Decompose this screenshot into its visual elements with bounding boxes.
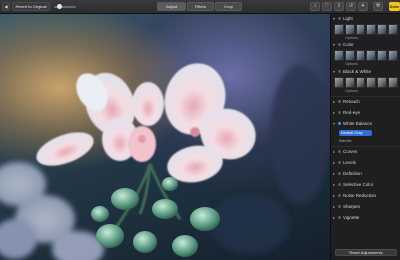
section-bw-label: Black & White (343, 69, 372, 74)
section-red-eye[interactable]: ▸ Red-eye (333, 109, 399, 117)
section-sharpen[interactable]: ▸ Sharpen (333, 203, 399, 211)
done-label: Done (389, 4, 400, 9)
section-vignette[interactable]: ▸ Vignette (333, 214, 399, 222)
toggle-color[interactable] (338, 43, 341, 46)
toggle-curves[interactable] (338, 150, 341, 153)
section-color-label: Color (343, 42, 354, 47)
tab-adjust-label: Adjust (165, 4, 178, 9)
color-options-label[interactable]: Options (345, 62, 358, 66)
adjust-panel: ▾ Light Options ▾ Color Options ▾ Black & W… (330, 14, 400, 260)
section-black-white[interactable]: ▾ Black & White (333, 68, 399, 76)
light-options-label[interactable]: Options (345, 36, 358, 40)
toggle-red-eye[interactable] (338, 111, 341, 114)
back-icon: ◀ (4, 4, 8, 9)
section-light[interactable]: ▾ Light (333, 15, 399, 23)
revert-label: Revert to Original (15, 4, 47, 9)
divider (331, 146, 400, 147)
share-icon[interactable]: ⇪ (334, 2, 344, 11)
toggle-black-white[interactable] (338, 70, 341, 73)
section-selective-color[interactable]: ▸ Selective Color (333, 181, 399, 189)
section-retouch-label: Retouch (343, 99, 360, 104)
section-noise-reduction-label: Noise Reduction (343, 193, 377, 198)
section-definition-label: Definition (343, 171, 362, 176)
section-curves[interactable]: ▸ Curves (333, 148, 399, 156)
toggle-levels[interactable] (338, 161, 341, 164)
white-balance-mode-select[interactable]: Neutral Gray (339, 130, 372, 136)
enhance-icon[interactable]: ✦ (358, 2, 368, 11)
light-thumbnails[interactable] (334, 24, 398, 35)
toggle-retouch[interactable] (338, 100, 341, 103)
tab-crop-label: Crop (224, 4, 233, 9)
section-light-label: Light (343, 16, 353, 21)
divider (331, 96, 400, 97)
toggle-sharpen[interactable] (338, 205, 341, 208)
back-button[interactable]: ◀ (2, 2, 10, 11)
white-balance-mode-value: Neutral Gray (341, 131, 363, 135)
section-white-balance-label: White Balance (343, 121, 373, 126)
info-icon[interactable]: i (310, 2, 320, 11)
toggle-white-balance[interactable] (338, 122, 341, 125)
section-noise-reduction[interactable]: ▸ Noise Reduction (333, 192, 399, 200)
warmth-label: Warmth (339, 139, 352, 143)
section-retouch[interactable]: ▸ Retouch (333, 98, 399, 106)
done-button[interactable]: Done (389, 2, 400, 11)
section-sharpen-label: Sharpen (343, 204, 361, 209)
rotate-icon[interactable]: ↺ (346, 2, 356, 11)
section-levels[interactable]: ▸ Levels (333, 159, 399, 167)
toggle-noise-reduction[interactable] (338, 194, 341, 197)
zoom-slider-knob[interactable] (57, 4, 63, 9)
section-levels-label: Levels (343, 160, 357, 165)
tab-adjust[interactable]: Adjust (157, 2, 186, 11)
bw-options-label[interactable]: Options (345, 89, 358, 93)
color-thumbnails[interactable] (334, 50, 398, 61)
toggle-selective-color[interactable] (338, 183, 341, 186)
toolbar: ◀ Revert to Original Adjust Filters Crop… (0, 0, 400, 14)
section-vignette-label: Vignette (343, 215, 360, 220)
section-white-balance[interactable]: ▾ White Balance (333, 120, 399, 128)
heart-icon[interactable]: ♡ (322, 2, 332, 11)
revert-to-original-button[interactable]: Revert to Original (12, 2, 50, 11)
section-red-eye-label: Red-eye (343, 110, 361, 115)
wand-icon[interactable]: ⚒ (373, 2, 383, 11)
section-color[interactable]: ▾ Color (333, 41, 399, 49)
tab-crop[interactable]: Crop (215, 2, 242, 11)
tab-filters[interactable]: Filters (187, 2, 214, 11)
bw-thumbnails[interactable] (334, 77, 398, 88)
reset-adjustments-label: Reset Adjustments (349, 250, 383, 255)
toggle-light[interactable] (338, 17, 341, 20)
toggle-vignette[interactable] (338, 216, 341, 219)
section-definition[interactable]: ▸ Definition (333, 170, 399, 178)
tab-filters-label: Filters (195, 4, 206, 9)
toggle-definition[interactable] (338, 172, 341, 175)
white-balance-warmth-row[interactable]: Warmth (339, 138, 397, 144)
section-selective-color-label: Selective Color (343, 182, 374, 187)
photo-canvas[interactable] (0, 14, 330, 260)
flower-photo (0, 63, 330, 260)
reset-adjustments-button[interactable]: Reset Adjustments (335, 249, 397, 256)
section-curves-label: Curves (343, 149, 358, 154)
